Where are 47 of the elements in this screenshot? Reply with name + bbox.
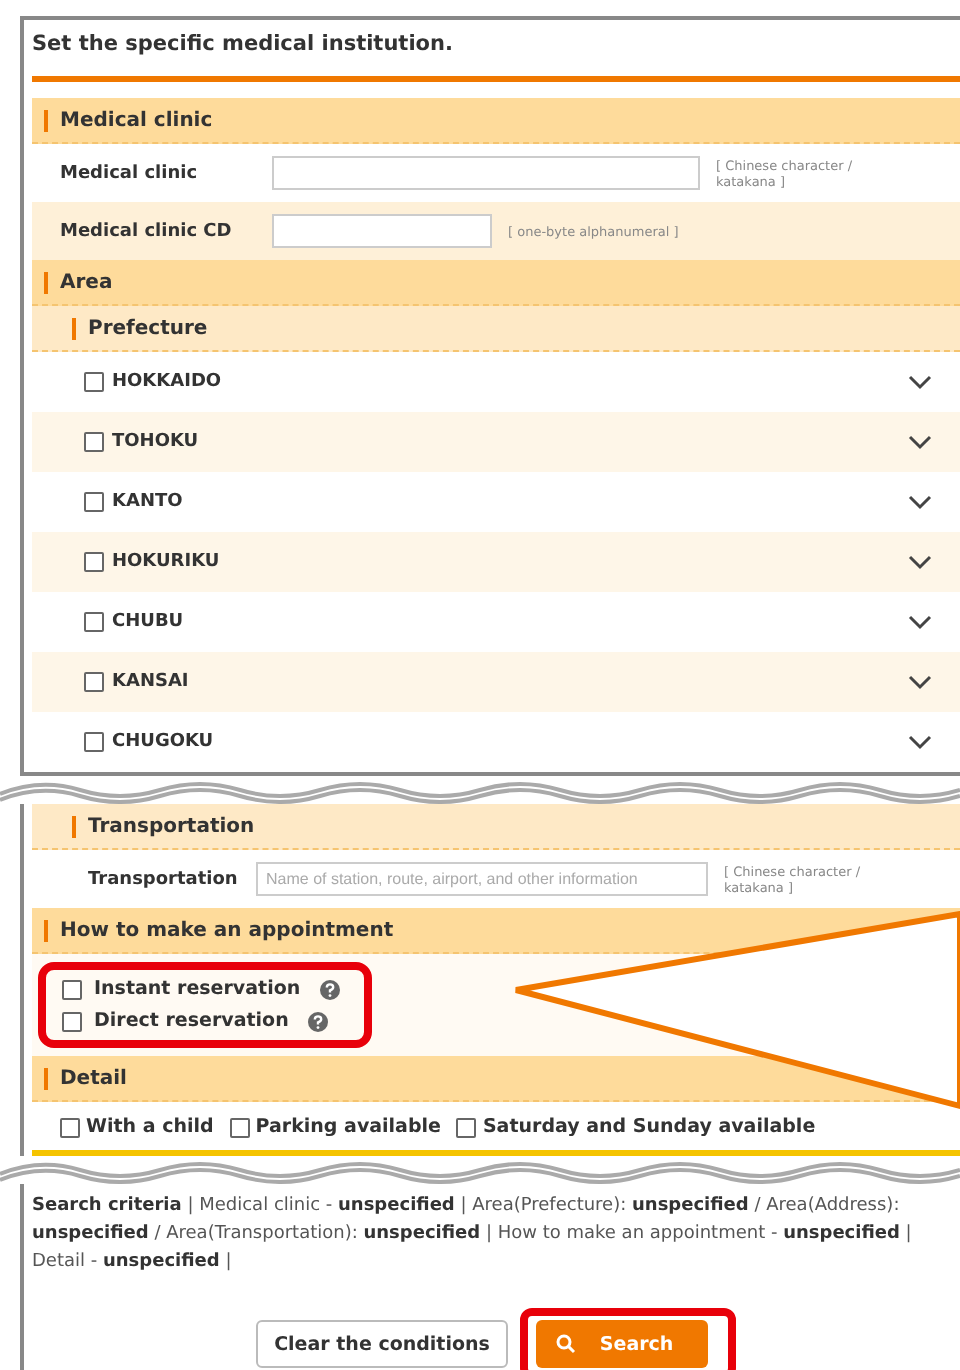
chevron-down-icon[interactable] (908, 374, 932, 390)
option-label: Parking available (255, 1116, 441, 1138)
checkbox[interactable] (229, 1117, 250, 1137)
input-field[interactable] (272, 214, 492, 248)
checkbox[interactable] (84, 672, 104, 692)
region-label: HOKURIKU (112, 552, 222, 572)
region-label: KANSAI (112, 672, 191, 692)
criteria-text: Search criteria | Medical clinic - unspecified | Area(Prefecture): unspecified / Area(Address): unspecified / Area(Transportation): unspecified | How to make an appointment - unspecified | Detail - unspecified | (32, 1194, 914, 1276)
option-label: Saturday and Sunday available (482, 1116, 816, 1138)
chevron-down-icon[interactable] (908, 494, 932, 510)
chevron-down-icon[interactable] (908, 674, 932, 690)
checkbox[interactable] (84, 432, 104, 452)
clear-button[interactable]: Clear the conditions (256, 1320, 508, 1368)
help-icon[interactable] (308, 1011, 329, 1031)
chevron-down-icon[interactable] (908, 554, 932, 570)
region-label: HOKKAIDO (112, 372, 224, 392)
region-label: KANTO (112, 492, 185, 512)
region-label: TOHOKU (112, 432, 201, 452)
chevron-down-icon[interactable] (908, 614, 932, 630)
section-header: Medical clinic (32, 98, 960, 144)
checkbox[interactable] (456, 1117, 477, 1137)
region-label: CHUGOKU (112, 732, 216, 752)
checkbox[interactable] (62, 1011, 82, 1031)
help-icon[interactable] (320, 979, 341, 999)
section-header: Area (32, 260, 960, 306)
checkbox[interactable] (60, 1117, 80, 1137)
search-icon (555, 1334, 576, 1354)
chevron-down-icon[interactable] (908, 734, 932, 750)
field-label: Transportation (86, 869, 240, 889)
input-field[interactable] (272, 156, 700, 190)
checkbox[interactable] (84, 612, 104, 632)
checkbox[interactable] (84, 372, 104, 392)
option-label: Direct reservation (94, 1010, 289, 1032)
checkbox[interactable] (84, 732, 104, 752)
field-label: Medical clinic (60, 163, 200, 183)
field-label: Medical clinic CD (60, 221, 234, 241)
subsection-header: Transportation (32, 804, 960, 850)
option-label: With a child (86, 1116, 214, 1138)
option-label: Instant reservation (94, 978, 301, 1000)
region-label: CHUBU (112, 612, 186, 632)
input-field[interactable]: Name of station, route, airport, and other information (256, 862, 708, 896)
subsection-header: Prefecture (32, 306, 960, 352)
chevron-down-icon[interactable] (908, 434, 932, 450)
checkbox[interactable] (62, 979, 82, 999)
checkbox[interactable] (84, 492, 104, 512)
page-title: Set the specific medical institution. (32, 30, 455, 60)
checkbox[interactable] (84, 552, 104, 572)
